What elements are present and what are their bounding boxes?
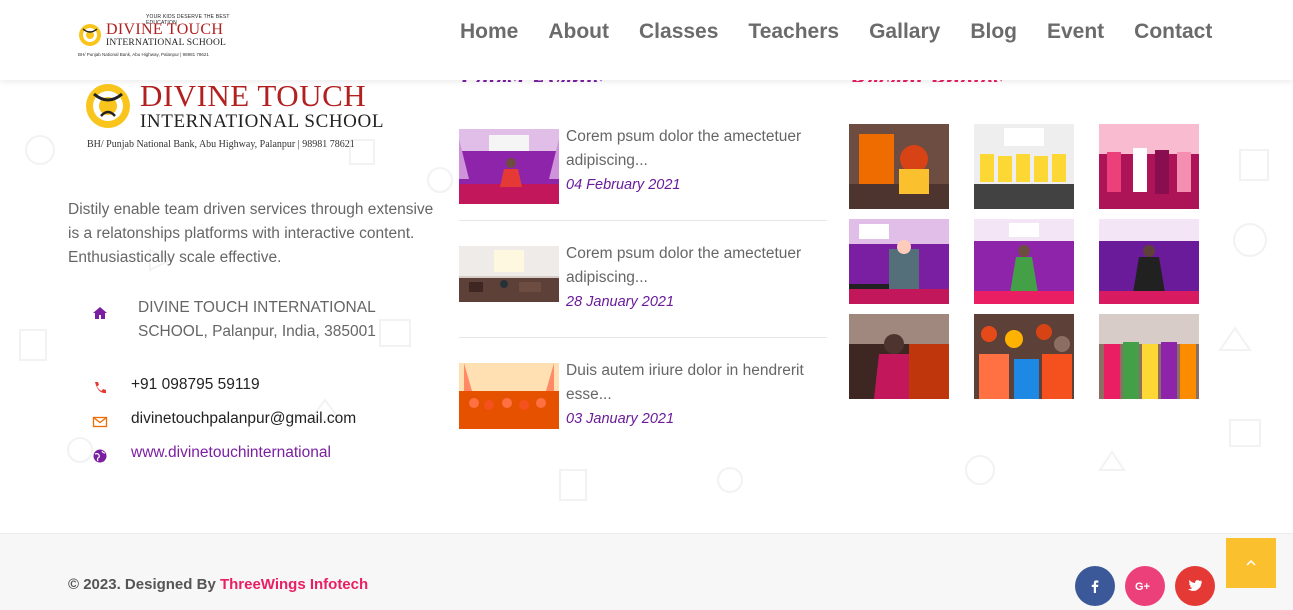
- event-thumbnail[interactable]: [459, 129, 559, 204]
- event-thumbnail[interactable]: [459, 246, 559, 321]
- event-item[interactable]: Duis autem iriure dolor in hendrerit ess…: [459, 362, 829, 463]
- event-title[interactable]: Corem psum dolor the amectetuer adipisci…: [566, 125, 821, 173]
- website-link[interactable]: www.divinetouchinternational: [131, 444, 331, 462]
- nav-gallary[interactable]: Gallary: [854, 18, 955, 46]
- event-item[interactable]: Corem psum dolor the amectetuer adipisci…: [459, 128, 829, 229]
- email-text[interactable]: divinetouchpalanpur@gmail.com: [131, 410, 356, 428]
- phone-text[interactable]: +91 098795 59119: [131, 376, 260, 394]
- facebook-button[interactable]: [1075, 566, 1115, 606]
- site-logo[interactable]: YOUR KIDS DESERVE THE BEST EDUCATION DIV…: [74, 12, 246, 62]
- about-description: Distily enable team driven services thro…: [68, 201, 434, 266]
- phone-row: [92, 377, 108, 396]
- site-header: YOUR KIDS DESERVE THE BEST EDUCATION DIV…: [0, 0, 1293, 80]
- globe-icon: [93, 449, 107, 463]
- google-plus-button[interactable]: G+: [1125, 566, 1165, 606]
- gallery-photo[interactable]: [849, 219, 949, 304]
- gallery-photo[interactable]: [974, 124, 1074, 209]
- footer-logo: DIVINE TOUCH INTERNATIONAL SCHOOL BH/ Pu…: [84, 78, 414, 158]
- nav-home[interactable]: Home: [445, 18, 533, 46]
- emblem-icon: [86, 84, 130, 128]
- nav-blog[interactable]: Blog: [955, 18, 1032, 46]
- nav-about[interactable]: About: [533, 18, 624, 46]
- footer-logo-name: DIVINE TOUCH: [140, 78, 367, 113]
- google-plus-icon: G+: [1135, 581, 1150, 593]
- event-title[interactable]: Corem psum dolor the amectetuer adipisci…: [566, 242, 821, 290]
- gallery-photo[interactable]: [974, 314, 1074, 399]
- footer-logo-address: BH/ Punjab National Bank, Abu Highway, P…: [87, 139, 355, 150]
- divider: [459, 337, 827, 338]
- event-title[interactable]: Duis autem iriure dolor in hendrerit ess…: [566, 359, 821, 407]
- address-row: [92, 302, 108, 321]
- facebook-icon: [1091, 580, 1099, 593]
- website-row: [92, 445, 108, 464]
- nav-teachers[interactable]: Teachers: [733, 18, 854, 46]
- twitter-icon: [1188, 580, 1202, 591]
- site-footer: © 2023. Designed By ThreeWings Infotech …: [0, 533, 1293, 610]
- logo-address: BH/ Punjab National Bank, Abu Highway, P…: [78, 52, 209, 57]
- gallery-photo[interactable]: [974, 219, 1074, 304]
- gallery-photo[interactable]: [849, 124, 949, 209]
- emblem-icon: [79, 24, 101, 46]
- gallery-photo[interactable]: [849, 314, 949, 399]
- gallery-photo[interactable]: [1099, 219, 1199, 304]
- twitter-button[interactable]: [1175, 566, 1215, 606]
- event-date: 04 February 2021: [566, 177, 681, 193]
- event-thumbnail[interactable]: [459, 363, 559, 438]
- svg-text:G+: G+: [1135, 581, 1150, 593]
- nav-classes[interactable]: Classes: [624, 18, 733, 46]
- nav-event[interactable]: Event: [1032, 18, 1119, 46]
- event-date: 03 January 2021: [566, 411, 675, 427]
- event-date: 28 January 2021: [566, 294, 675, 310]
- footer-logo-subname: INTERNATIONAL SCHOOL: [140, 111, 385, 132]
- event-item[interactable]: Corem psum dolor the amectetuer adipisci…: [459, 245, 829, 346]
- phone-icon: [95, 382, 106, 394]
- home-icon: [93, 307, 107, 319]
- address-text: DIVINE TOUCH INTERNATIONAL SCHOOL, Palan…: [138, 299, 376, 340]
- scroll-to-top-button[interactable]: [1226, 538, 1276, 588]
- main-nav: Home About Classes Teachers Gallary Blog…: [445, 18, 1227, 46]
- logo-subname: INTERNATIONAL SCHOOL: [106, 38, 227, 48]
- copyright-text: © 2023. Designed By: [68, 576, 220, 593]
- chevron-up-icon: [1246, 560, 1256, 566]
- divider: [459, 220, 827, 221]
- logo-name: DIVINE TOUCH: [106, 21, 224, 38]
- gallery-photo[interactable]: [1099, 124, 1199, 209]
- nav-contact[interactable]: Contact: [1119, 18, 1227, 46]
- envelope-icon: [92, 416, 108, 428]
- gallery-photo[interactable]: [1099, 314, 1199, 399]
- designer-link[interactable]: ThreeWings Infotech: [220, 576, 368, 593]
- copyright: © 2023. Designed By ThreeWings Infotech: [68, 576, 368, 593]
- email-row: [92, 411, 108, 430]
